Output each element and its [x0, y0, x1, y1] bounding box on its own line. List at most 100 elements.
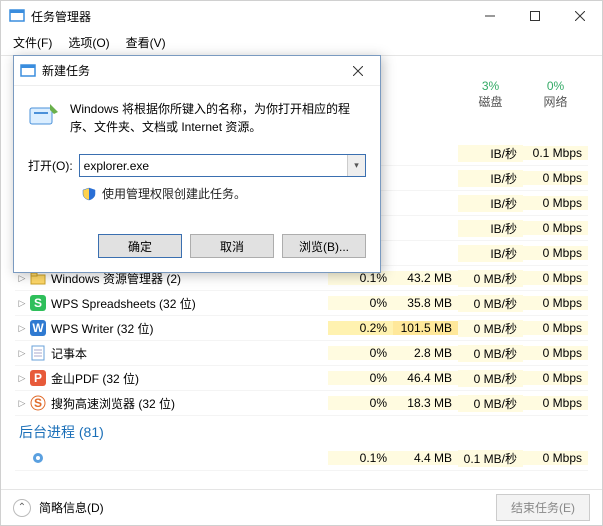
mem-cell: 18.3 MB — [393, 396, 458, 410]
net-cell: 0 Mbps — [523, 346, 588, 360]
disk-cell: 0 MB/秒 — [458, 270, 523, 287]
cpu-cell: 0.2% — [328, 321, 393, 335]
svg-text:P: P — [34, 371, 42, 385]
expand-icon[interactable]: ▷ — [15, 398, 29, 409]
process-name: 记事本 — [51, 345, 328, 362]
disk-cell: IB/秒 — [458, 145, 523, 162]
net-cell: 0 Mbps — [523, 196, 588, 210]
net-cell: 0 Mbps — [523, 271, 588, 285]
svg-text:S: S — [34, 296, 42, 310]
expand-icon[interactable]: ▷ — [15, 298, 29, 309]
net-cell: 0 Mbps — [523, 371, 588, 385]
cpu-cell: 0.1% — [328, 451, 393, 465]
disk-cell: 0 MB/秒 — [458, 395, 523, 412]
disk-cell: 0 MB/秒 — [458, 320, 523, 337]
disk-cell: 0 MB/秒 — [458, 295, 523, 312]
process-name: WPS Writer (32 位) — [51, 320, 328, 337]
menu-view[interactable]: 查看(V) — [120, 32, 172, 53]
expand-icon[interactable]: ▷ — [15, 373, 29, 384]
disk-cell: 0 MB/秒 — [458, 345, 523, 362]
svg-text:W: W — [32, 321, 44, 335]
app-icon: W — [29, 320, 47, 336]
disk-cell: IB/秒 — [458, 195, 523, 212]
table-row[interactable]: ▷W WPS Writer (32 位)0.2%101.5 MB0 MB/秒0 M… — [15, 316, 588, 341]
net-cell: 0.1 Mbps — [523, 146, 588, 160]
open-label: 打开(O): — [28, 157, 73, 174]
app-icon: P — [29, 370, 47, 386]
cpu-cell: 0% — [328, 346, 393, 360]
fewer-details-icon[interactable]: ⌃ — [13, 499, 31, 517]
net-pct: 0% — [523, 79, 588, 93]
disk-label: 磁盘 — [458, 93, 523, 110]
maximize-button[interactable] — [512, 1, 557, 31]
disk-cell: IB/秒 — [458, 170, 523, 187]
cpu-cell: 0% — [328, 371, 393, 385]
process-name: WPS Spreadsheets (32 位) — [51, 295, 328, 312]
app-icon: S — [29, 395, 47, 411]
dialog-close-button[interactable] — [342, 57, 374, 85]
footer: ⌃ 简略信息(D) 结束任务(E) — [1, 489, 602, 525]
table-row[interactable]: ▷ S 搜狗高速浏览器 (32 位)0%18.3 MB0 MB/秒0 Mbps — [15, 391, 588, 416]
mem-cell: 4.4 MB — [393, 451, 458, 465]
app-icon — [29, 450, 47, 466]
table-row[interactable]: ▷ 记事本0%2.8 MB0 MB/秒0 Mbps — [15, 341, 588, 366]
cpu-cell: 0% — [328, 296, 393, 310]
net-label: 网络 — [523, 93, 588, 110]
app-icon — [29, 345, 47, 361]
disk-pct: 3% — [458, 79, 523, 93]
table-row[interactable]: ▷ S WPS Spreadsheets (32 位)0%35.8 MB0 MB/秒… — [15, 291, 588, 316]
mem-cell: 35.8 MB — [393, 296, 458, 310]
titlebar: 任务管理器 — [1, 1, 602, 31]
disk-cell: IB/秒 — [458, 220, 523, 237]
mem-cell: 101.5 MB — [393, 321, 458, 335]
net-cell: 0 Mbps — [523, 451, 588, 465]
svg-text:S: S — [34, 396, 42, 410]
process-name: 金山PDF (32 位) — [51, 370, 328, 387]
cpu-cell: 0.1% — [328, 271, 393, 285]
disk-cell: IB/秒 — [458, 245, 523, 262]
open-combobox[interactable]: ▾ — [79, 154, 366, 177]
open-input[interactable] — [79, 154, 366, 177]
run-dialog: 新建任务 Windows 将根据你所键入的名称，为你打开相应的程序、文件夹、文档… — [13, 55, 381, 273]
disk-cell: 0.1 MB/秒 — [458, 450, 523, 467]
run-icon — [28, 100, 60, 132]
dialog-message: Windows 将根据你所键入的名称，为你打开相应的程序、文件夹、文档或 Int… — [70, 100, 366, 136]
section-background: 后台进程 (81) — [15, 416, 588, 446]
admin-text: 使用管理权限创建此任务。 — [102, 185, 246, 202]
column-headers: 3% 磁盘 0% 网络 — [458, 79, 588, 110]
end-task-button[interactable]: 结束任务(E) — [496, 494, 590, 521]
table-row[interactable]: ▷ P 金山PDF (32 位)0%46.4 MB0 MB/秒0 Mbps — [15, 366, 588, 391]
disk-cell: 0 MB/秒 — [458, 370, 523, 387]
net-cell: 0 Mbps — [523, 246, 588, 260]
ok-button[interactable]: 确定 — [98, 234, 182, 258]
expand-icon[interactable]: ▷ — [15, 323, 29, 334]
table-row[interactable]: 0.1%4.4 MB0.1 MB/秒0 Mbps — [15, 446, 588, 471]
menu-options[interactable]: 选项(O) — [62, 32, 115, 53]
mem-cell: 2.8 MB — [393, 346, 458, 360]
app-icon — [9, 8, 25, 24]
dialog-titlebar: 新建任务 — [14, 56, 380, 86]
dialog-title: 新建任务 — [42, 62, 90, 79]
app-icon: S — [29, 295, 47, 311]
net-cell: 0 Mbps — [523, 396, 588, 410]
mem-cell: 43.2 MB — [393, 271, 458, 285]
cpu-cell: 0% — [328, 396, 393, 410]
window-title: 任务管理器 — [31, 8, 467, 25]
menu-file[interactable]: 文件(F) — [7, 32, 58, 53]
net-cell: 0 Mbps — [523, 171, 588, 185]
shield-icon — [82, 187, 96, 201]
simple-info-label[interactable]: 简略信息(D) — [39, 499, 104, 516]
cancel-button[interactable]: 取消 — [190, 234, 274, 258]
net-cell: 0 Mbps — [523, 321, 588, 335]
browse-button[interactable]: 浏览(B)... — [282, 234, 366, 258]
expand-icon[interactable]: ▷ — [15, 348, 29, 359]
minimize-button[interactable] — [467, 1, 512, 31]
close-button[interactable] — [557, 1, 602, 31]
expand-icon[interactable]: ▷ — [15, 273, 29, 284]
chevron-down-icon[interactable]: ▾ — [347, 155, 365, 176]
net-cell: 0 Mbps — [523, 296, 588, 310]
net-cell: 0 Mbps — [523, 221, 588, 235]
mem-cell: 46.4 MB — [393, 371, 458, 385]
dialog-icon — [20, 63, 36, 79]
process-name: 搜狗高速浏览器 (32 位) — [51, 395, 328, 412]
